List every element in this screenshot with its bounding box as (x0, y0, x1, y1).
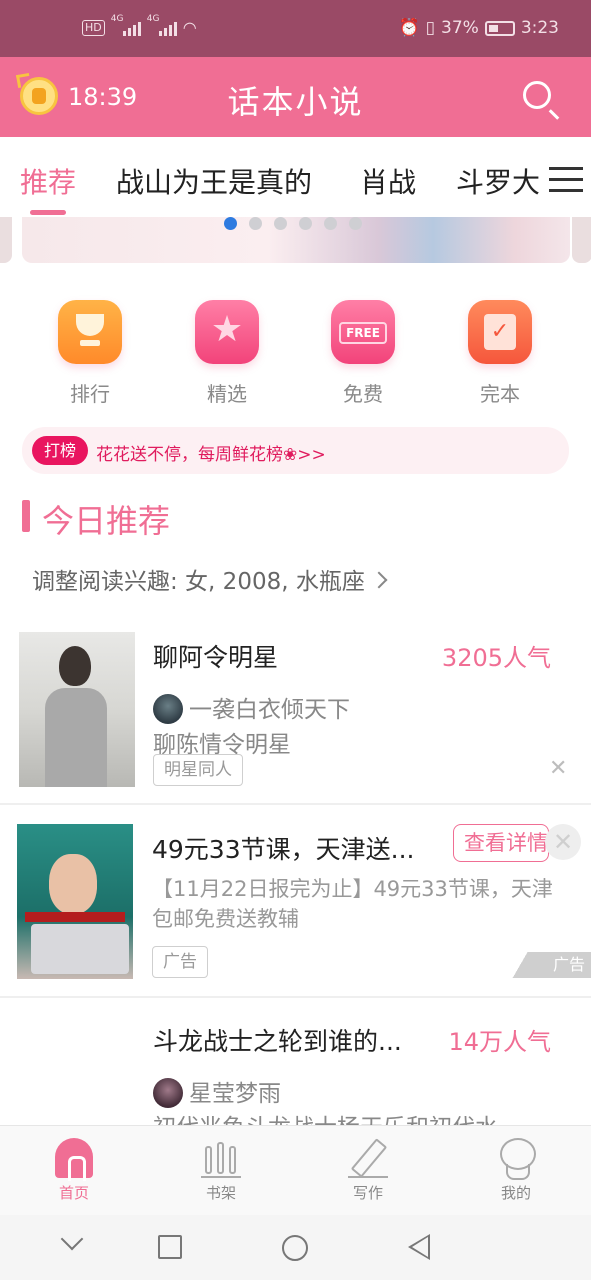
carousel-dot (224, 217, 237, 230)
carousel-dot (274, 217, 287, 230)
ad-tag: 广告 (152, 946, 208, 978)
trophy-icon (58, 300, 122, 364)
bottom-navigation: 首页 书架 写作 我的 (0, 1125, 591, 1215)
entry-label: 完本 (480, 382, 520, 406)
tab-xiaozhan[interactable]: 肖战 (360, 161, 416, 201)
book-popularity: 14万人气 (448, 1028, 551, 1056)
vibrate-icon: ▯ (425, 18, 436, 38)
book-item[interactable]: 聊阿令明星 3205人气 一袭白衣倾天下 聊陈情令明星 明星同人 ✕ (0, 630, 591, 802)
home-icon (55, 1138, 93, 1181)
tab-recommend[interactable]: 推荐 (20, 161, 76, 201)
status-right: ⏰ ▯ 37% 3:23 (398, 18, 559, 38)
nav-label: 我的 (500, 1184, 531, 1202)
entry-label: 免费 (343, 382, 383, 406)
book-description: 初代兆鱼斗龙战士杨天乐和初代水 (153, 1108, 498, 1125)
ad-item[interactable]: 49元33节课，天津送... 查看详情 ✕ 【11月22日报完为止】49元33节… (0, 806, 591, 996)
carousel-dot (299, 217, 312, 230)
rank-badge: 打榜 (32, 436, 89, 465)
flower-ranking-banner[interactable]: 打榜 花花送不停，每周鲜花榜❀>> (22, 427, 569, 474)
entry-free[interactable]: FREE 免费 (313, 300, 413, 407)
book-title[interactable]: 聊阿令明星 (153, 638, 278, 674)
entry-featured[interactable]: ★ 精选 (177, 300, 277, 407)
nav-bookshelf[interactable]: 书架 (176, 1138, 266, 1203)
status-left: HD 4G 4G ◠ (82, 14, 197, 37)
nav-label: 写作 (352, 1184, 383, 1202)
ad-image[interactable] (17, 824, 133, 979)
status-time: 3:23 (520, 18, 559, 38)
profile-icon (496, 1138, 536, 1180)
close-icon[interactable]: ✕ (545, 824, 581, 860)
chevron-right-icon (370, 571, 388, 589)
signal-icon: 4G (111, 14, 141, 36)
app-header: 18:39 话本小说 (0, 57, 591, 137)
back-icon[interactable] (408, 1234, 430, 1260)
quick-entries: 排行 ★ 精选 FREE 免费 ✓ 完本 (0, 300, 591, 410)
close-icon[interactable]: ✕ (549, 756, 567, 781)
author-avatar (153, 1077, 183, 1108)
bookshelf-icon (201, 1138, 241, 1178)
ad-description: 【11月22日报完为止】49元33节课，天津包邮免费送教辅 (152, 877, 553, 931)
system-navigation-bar (0, 1215, 591, 1280)
interest-text: 调整阅读兴趣: 女, 2008, 水瓶座 (32, 569, 365, 595)
search-icon[interactable] (523, 81, 551, 109)
carousel-dot (349, 217, 362, 230)
view-details-button[interactable]: 查看详情 (453, 824, 549, 862)
entry-label: 排行 (70, 382, 110, 406)
home-circle-icon[interactable] (282, 1235, 308, 1261)
book-tag: 明星同人 (153, 754, 243, 786)
app-title: 话本小说 (227, 83, 364, 121)
section-title: 今日推荐 (42, 502, 171, 540)
ad-title[interactable]: 49元33节课，天津送... (152, 830, 414, 866)
checked-book-icon: ✓ (468, 300, 532, 364)
banner-next-slide (572, 217, 591, 263)
divider (0, 803, 591, 805)
nav-write[interactable]: 写作 (323, 1138, 413, 1203)
category-tabs: 推荐 战山为王是真的 肖战 斗罗大 (0, 137, 591, 217)
ad-corner-label: 广告 (508, 952, 591, 978)
battery-icon (484, 20, 515, 36)
nav-label: 首页 (58, 1184, 89, 1202)
alarm-icon: ⏰ (398, 18, 420, 38)
book-item[interactable]: 斗龙战士之轮到谁的... 14万人气 星莹梦雨 初代兆鱼斗龙战士杨天乐和初代水 (0, 1000, 591, 1125)
book-author: 一袭白衣倾天下 (153, 690, 350, 726)
wifi-icon: ◠ (182, 18, 197, 37)
book-cover[interactable] (19, 632, 135, 787)
tab-zhanshan[interactable]: 战山为王是真的 (116, 161, 312, 201)
entry-completed[interactable]: ✓ 完本 (450, 300, 550, 407)
tab-douluo[interactable]: 斗罗大 (456, 161, 540, 201)
book-popularity: 3205人气 (441, 644, 551, 672)
nav-label: 书架 (205, 1184, 236, 1202)
tab-indicator (30, 210, 66, 215)
hd-icon: HD (82, 19, 105, 36)
nav-home[interactable]: 首页 (29, 1138, 119, 1203)
signal-icon: 4G (147, 14, 177, 36)
star-icon: ★ (195, 300, 259, 364)
section-accent-bar (22, 500, 30, 532)
entry-ranking[interactable]: 排行 (40, 300, 140, 407)
banner-carousel[interactable] (0, 217, 591, 263)
book-author: 星莹梦雨 (153, 1074, 281, 1110)
entry-label: 精选 (207, 382, 247, 406)
recents-icon[interactable] (158, 1235, 182, 1259)
status-bar: HD 4G 4G ◠ ⏰ ▯ 37% 3:23 (0, 0, 591, 57)
banner-prev-slide (0, 217, 12, 263)
nav-profile[interactable]: 我的 (471, 1138, 561, 1203)
book-title[interactable]: 斗龙战士之轮到谁的... (153, 1022, 402, 1058)
reading-interest-link[interactable]: 调整阅读兴趣: 女, 2008, 水瓶座 (32, 562, 388, 596)
carousel-dot (324, 217, 337, 230)
divider (0, 996, 591, 998)
carousel-dots (224, 217, 362, 230)
chevron-down-icon[interactable] (60, 1227, 84, 1251)
menu-icon[interactable] (549, 167, 583, 193)
flower-banner-text: 花花送不停，每周鲜花榜❀>> (96, 445, 326, 465)
pen-icon (348, 1138, 388, 1178)
carousel-dot (249, 217, 262, 230)
free-sign-icon: FREE (331, 300, 395, 364)
author-avatar (153, 693, 183, 724)
battery-percent: 37% (441, 18, 479, 38)
